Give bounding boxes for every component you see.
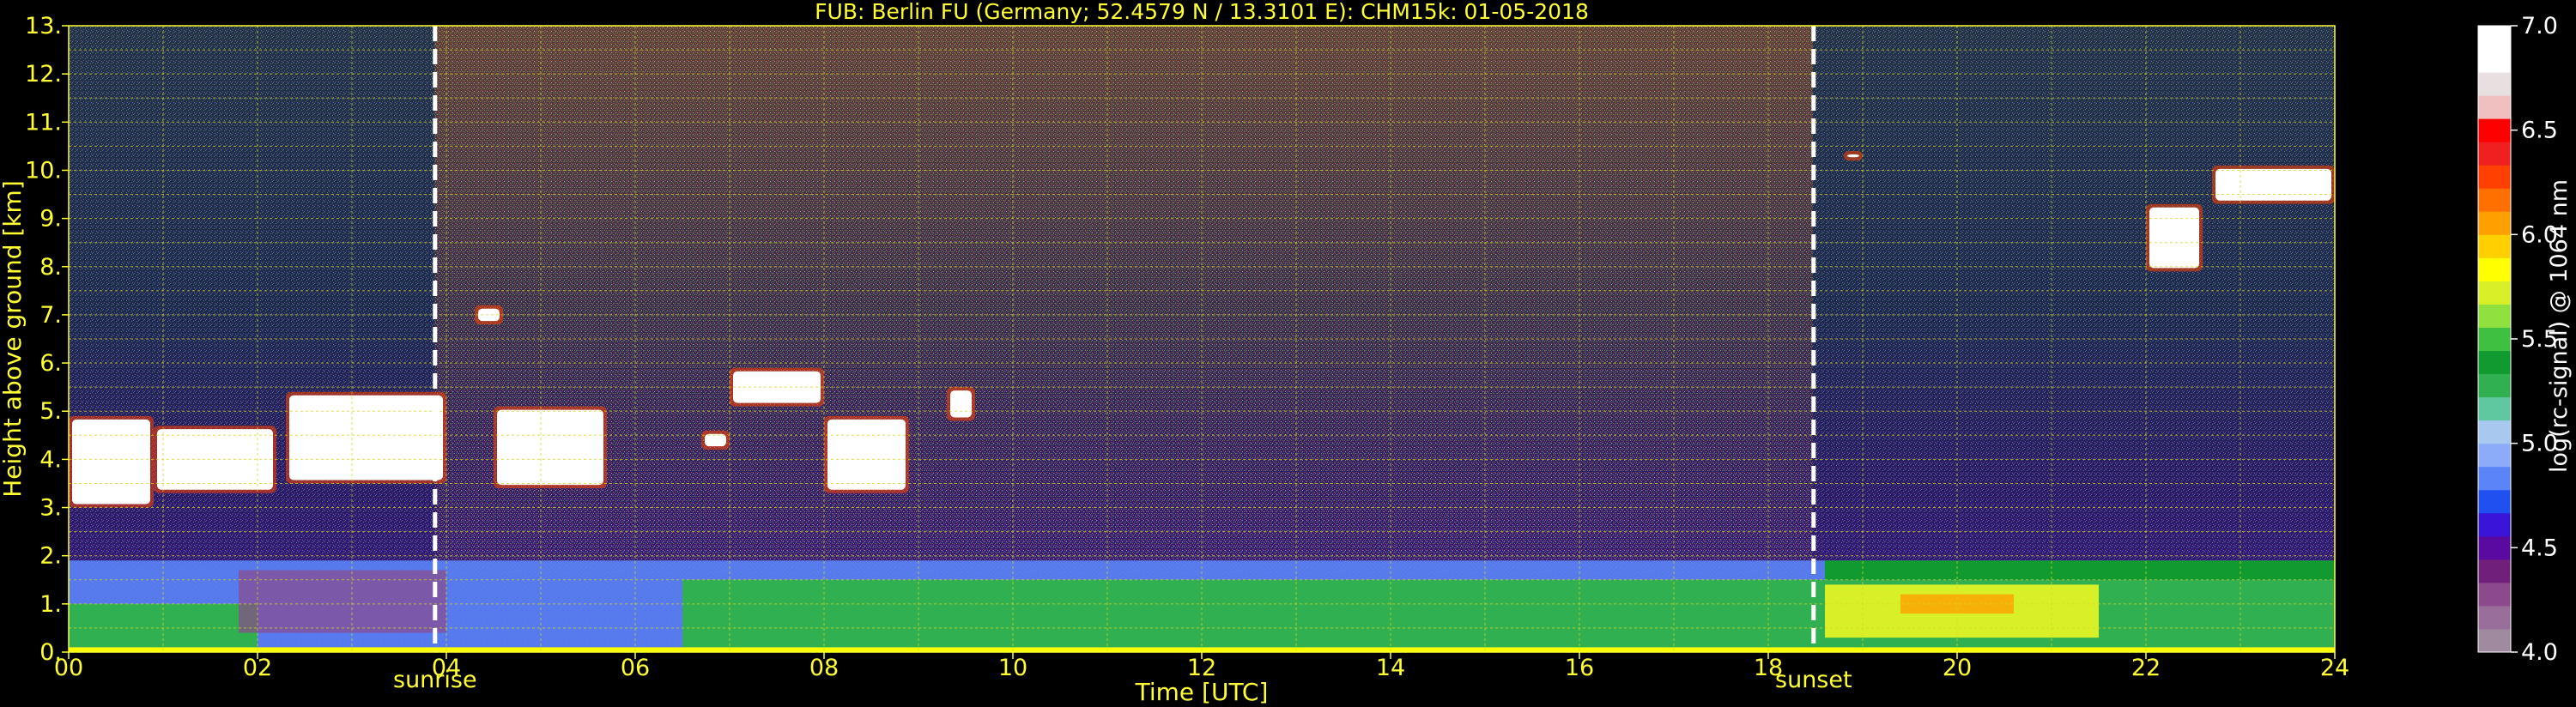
colorbar-segment [2478, 304, 2511, 328]
x-tick-label: 16 [1565, 655, 1594, 681]
y-tick-label: 3. [39, 495, 62, 522]
cloud-core [2215, 168, 2331, 201]
x-tick-label: 04 [432, 655, 461, 681]
y-tick-label: 11. [25, 109, 62, 136]
y-tick-label: 12. [25, 61, 62, 88]
colorbar-label: log(rc-signal) @ 1064 nm [2546, 179, 2573, 473]
boundary-layer [69, 560, 2335, 652]
x-axis-label: Time [UTC] [1135, 678, 1269, 706]
colorbar-segment [2478, 118, 2511, 142]
cloud-6 [701, 430, 730, 450]
cloud-10 [1844, 151, 1863, 161]
colorbar-segment [2478, 396, 2511, 421]
colorbar-segment [2478, 234, 2511, 258]
colorbar-segment [2478, 535, 2511, 560]
colorbar-segment [2478, 512, 2511, 537]
y-tick-label: 4. [39, 446, 62, 473]
colorbar-segment [2478, 559, 2511, 583]
cloud-core [1847, 154, 1859, 158]
cloud-9 [947, 387, 975, 421]
cloud-core [2149, 207, 2199, 269]
y-tick-label: 2. [39, 543, 62, 570]
colorbar-segment [2478, 26, 2511, 50]
colorbar-segment [2478, 95, 2511, 119]
y-axis-label: Height above ground [km] [0, 180, 27, 498]
colorbar-segment [2478, 327, 2511, 352]
x-tick-label: 08 [809, 655, 839, 681]
chart-title: FUB: Berlin FU (Germany; 52.4579 N / 13.… [815, 0, 1589, 24]
cloud-11 [2146, 203, 2203, 272]
cloud-core [289, 395, 443, 480]
x-tick-label: 24 [2320, 655, 2349, 681]
colorbar-segment [2478, 373, 2511, 398]
colorbar-segment [2478, 466, 2511, 491]
colorbar-segment [2478, 72, 2511, 96]
cloud-core [72, 419, 150, 505]
colorbar-segment [2478, 142, 2511, 166]
x-tick-label: 22 [2131, 655, 2161, 681]
y-tick-label: 5. [39, 398, 62, 425]
y-tick-label: 1. [39, 591, 62, 618]
ceilometer-chart: sunrise sunset 00 02 04 06 08 10 12 14 16 18 20 22 24… [0, 0, 2573, 706]
x-tick-label: 02 [243, 655, 272, 681]
colorbar-segment [2478, 628, 2511, 653]
x-tick-label: 10 [998, 655, 1027, 681]
y-tick-label: 10. [25, 157, 62, 184]
cloud-1 [69, 415, 154, 508]
cloud-core [950, 390, 972, 418]
cloud-core [827, 419, 906, 490]
x-tick-label: 20 [1943, 655, 1972, 681]
y-tick-label: 7. [39, 302, 62, 329]
colorbar-segment [2478, 489, 2511, 514]
colorbar-segment [2478, 165, 2511, 189]
cloud-core [705, 433, 726, 447]
x-tick-label: 14 [1376, 655, 1405, 681]
x-tick-label: 06 [621, 655, 650, 681]
colorbar-tick-label: 7.0 [2521, 13, 2558, 39]
bl-top [1825, 560, 2335, 580]
colorbar-segment [2478, 420, 2511, 444]
sunset-label: sunset [1775, 667, 1852, 693]
colorbar-segment [2478, 350, 2511, 375]
y-axis-ticks: 0. 1. 2. 3. 4. 5. 6. 7. 8. 9. 10. 11. 12. 13. [25, 13, 69, 666]
colorbar-segment [2478, 582, 2511, 607]
colorbar-segment [2478, 443, 2511, 468]
y-tick-label: 0. [39, 639, 62, 666]
colorbar-tick-label: 4.0 [2521, 639, 2558, 666]
cloud-8 [824, 415, 909, 493]
cloud-5 [475, 305, 503, 325]
daytime-noise-speckle [434, 26, 1813, 575]
y-tick-label: 9. [39, 206, 62, 233]
colorbar-segment [2478, 257, 2511, 281]
cloud-core [497, 409, 603, 486]
cloud-4 [494, 406, 607, 489]
colorbar-tick-label: 4.5 [2521, 535, 2558, 561]
colorbar-segment [2478, 281, 2511, 305]
x-tick-label: 18 [1754, 655, 1783, 681]
cloud-12 [2212, 165, 2335, 204]
colorbar-segment [2478, 605, 2511, 630]
colorbar-segment [2478, 49, 2511, 73]
y-tick-label: 6. [39, 350, 62, 377]
y-tick-label: 13. [25, 13, 62, 39]
y-tick-label: 8. [39, 254, 62, 281]
colorbar-segment [2478, 188, 2511, 212]
colorbar-segment [2478, 211, 2511, 235]
colorbar-tick-label: 6.5 [2521, 118, 2558, 144]
cloud-3 [286, 391, 446, 484]
